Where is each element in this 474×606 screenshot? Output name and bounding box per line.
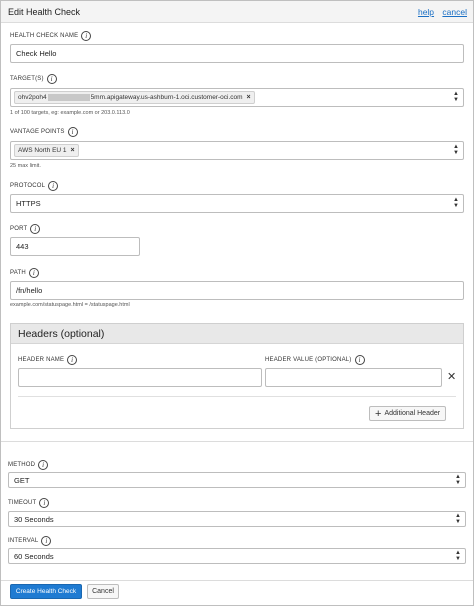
targets-hint: 1 of 100 targets, eg: example.com or 203… [10,110,130,116]
remove-tag-icon[interactable]: × [71,147,75,154]
targets-label: TARGET(S) i [10,74,57,84]
help-link[interactable]: help [418,7,434,17]
info-icon[interactable]: i [67,355,78,365]
header-name-label: HEADER NAME i [18,355,78,365]
additional-header-button[interactable]: + Additional Header [369,406,447,421]
protocol-select[interactable]: HTTPS ▲ ▼ [10,194,464,213]
timeout-select[interactable]: 30 Seconds ▲ ▼ [8,511,466,527]
cancel-button[interactable]: Cancel [87,584,119,599]
method-select[interactable]: GET ▲ ▼ [8,472,466,488]
select-arrows-icon: ▲ ▼ [453,91,459,103]
remove-tag-icon[interactable]: × [247,94,251,101]
headers-divider [18,396,456,397]
section-divider [1,441,473,442]
timeout-label: TIMEOUT i [8,498,50,508]
additional-header-label: Additional Header [384,410,441,417]
vantage-points-label: VANTAGE POINTS i [10,127,78,137]
info-icon[interactable]: i [38,460,49,470]
target-tag: ohv2poh4 5mm.apigateway.us-ashburn-1.oci… [14,91,255,104]
header-name-field[interactable] [18,368,262,387]
protocol-label: PROTOCOL i [10,181,59,191]
redacted-block [47,94,90,101]
targets-select[interactable]: ohv2poh4 5mm.apigateway.us-ashburn-1.oci… [10,88,464,107]
method-value: GET [14,475,30,485]
target-tag-suffix: 5mm.apigateway.us-ashburn-1.oci.customer… [90,94,243,101]
header-value-field[interactable] [265,368,442,387]
info-icon[interactable]: i [39,498,50,508]
interval-select[interactable]: 60 Seconds ▲ ▼ [8,548,466,564]
edit-health-check-dialog: Edit Health Check help cancel HEALTH CHE… [0,0,474,606]
header-value-label: HEADER VALUE (OPTIONAL) i [265,355,365,365]
method-label: METHOD i [8,460,49,470]
interval-label: INTERVAL i [8,536,52,546]
headers-panel: Headers (optional) HEADER NAME i HEADER … [10,323,464,429]
protocol-value: HTTPS [16,199,41,208]
interval-value: 60 Seconds [14,551,54,561]
footer-divider [1,580,473,581]
select-arrows-icon: ▲ ▼ [455,550,461,562]
select-arrows-icon: ▲ ▼ [455,513,461,525]
headers-panel-title: Headers (optional) [11,324,463,344]
path-field[interactable] [10,281,464,300]
info-icon[interactable]: i [41,536,52,546]
select-arrows-icon: ▲ ▼ [453,197,459,209]
select-arrows-icon: ▲ ▼ [455,474,461,486]
vantage-point-tag-label: AWS North EU 1 [18,147,67,154]
health-check-name-input[interactable] [16,49,463,58]
header-links: help cancel [412,7,467,17]
port-field[interactable] [10,237,140,256]
remove-header-icon[interactable]: ✕ [447,370,456,383]
target-tag-prefix: ohv2poh4 [18,94,47,101]
info-icon[interactable]: i [81,31,92,41]
path-label: PATH i [10,268,39,278]
vantage-point-tag: AWS North EU 1 × [14,144,79,157]
vantage-points-hint: 25 max limit. [10,163,41,169]
create-health-check-button[interactable]: Create Health Check [10,584,82,599]
header-value-input[interactable] [271,373,441,382]
health-check-name-label: HEALTH CHECK NAME i [10,31,92,41]
info-icon[interactable]: i [67,127,78,137]
port-label: PORT i [10,224,41,234]
path-hint: example.com/statuspage.html = /statuspag… [10,302,130,308]
vantage-points-select[interactable]: AWS North EU 1 × ▲ ▼ [10,141,464,160]
port-input[interactable] [16,242,139,251]
health-check-name-field[interactable] [10,44,464,63]
header-name-input[interactable] [24,373,261,382]
info-icon[interactable]: i [30,224,41,234]
info-icon[interactable]: i [46,74,57,84]
path-input[interactable] [16,286,463,295]
select-arrows-icon: ▲ ▼ [453,144,459,156]
info-icon[interactable]: i [28,268,39,278]
dialog-header: Edit Health Check help cancel [1,1,473,23]
info-icon[interactable]: i [354,355,365,365]
timeout-value: 30 Seconds [14,514,54,524]
plus-icon: + [375,407,382,420]
cancel-link[interactable]: cancel [442,7,467,17]
info-icon[interactable]: i [48,181,59,191]
dialog-title: Edit Health Check [8,7,81,17]
